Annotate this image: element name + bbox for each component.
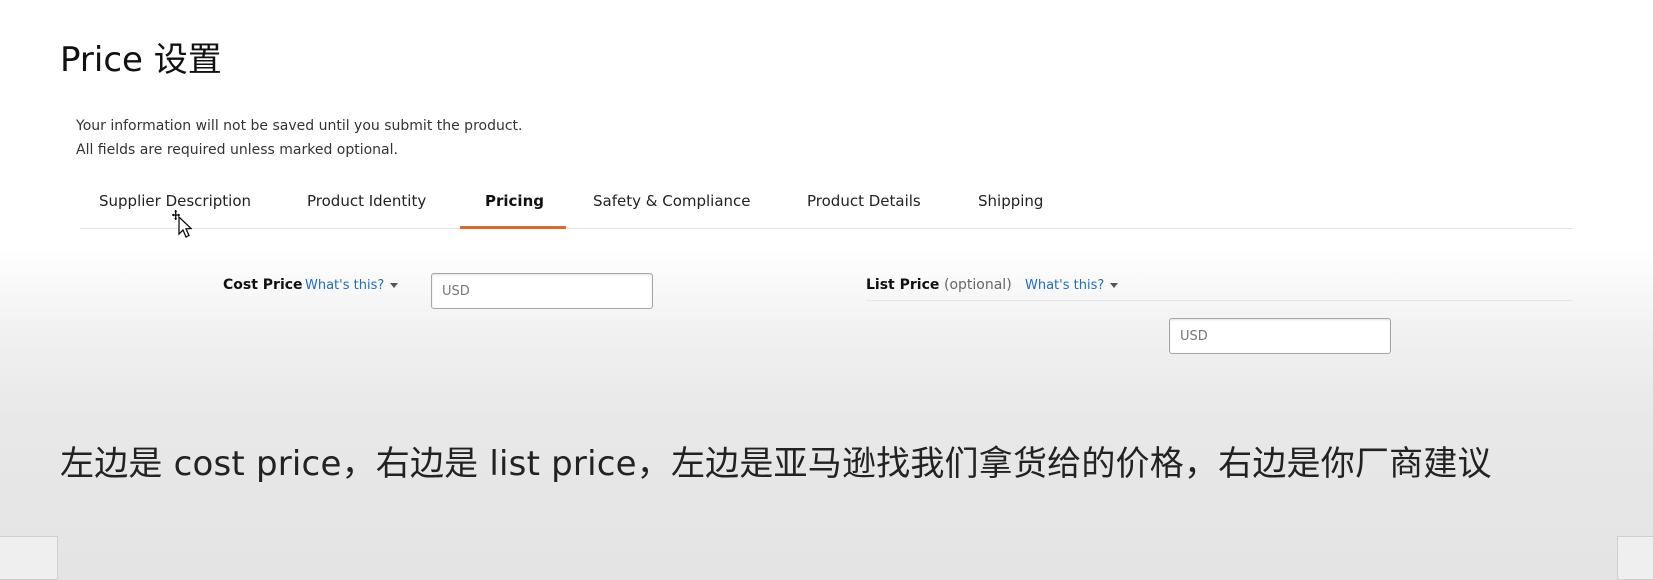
tab-product-details[interactable]: Product Details — [807, 192, 921, 210]
list-price-optional-text: (optional) — [944, 277, 1012, 293]
list-price-label: List Price — [866, 277, 940, 293]
caret-down-icon — [1110, 283, 1119, 288]
tab-product-identity[interactable]: Product Identity — [307, 192, 426, 210]
list-price-help-text: What's this? — [1025, 278, 1105, 293]
tab-supplier-description[interactable]: Supplier Description — [99, 192, 251, 210]
notice-line-2: All fields are required unless marked op… — [76, 142, 398, 158]
corner-frame-left — [0, 536, 58, 580]
caret-down-icon — [390, 283, 399, 288]
list-price-label-row: List Price (optional) What's this? — [866, 270, 1572, 301]
cost-price-help-link[interactable]: What's this? — [305, 278, 399, 293]
tab-bar: Supplier Description Product Identity Pr… — [80, 184, 1572, 229]
video-subtitle: 左边是 cost price，右边是 list price，左边是亚马逊找我们拿… — [60, 444, 1492, 484]
move-cursor-icon — [172, 210, 192, 238]
corner-frame-right — [1617, 536, 1653, 580]
cost-price-help-text: What's this? — [305, 278, 385, 293]
list-price-help-link[interactable]: What's this? — [1025, 278, 1119, 293]
tab-shipping[interactable]: Shipping — [978, 192, 1043, 210]
notice: Your information will not be saved until… — [76, 114, 522, 162]
page-title: Price 设置 — [60, 40, 222, 80]
notice-line-1: Your information will not be saved until… — [76, 118, 523, 134]
active-tab-underline — [460, 226, 566, 229]
cost-price-input[interactable] — [431, 273, 653, 309]
tab-pricing[interactable]: Pricing — [485, 192, 544, 210]
tab-safety-compliance[interactable]: Safety & Compliance — [593, 192, 751, 210]
cost-price-label: Cost Price — [223, 277, 303, 293]
list-price-input[interactable] — [1169, 318, 1391, 354]
